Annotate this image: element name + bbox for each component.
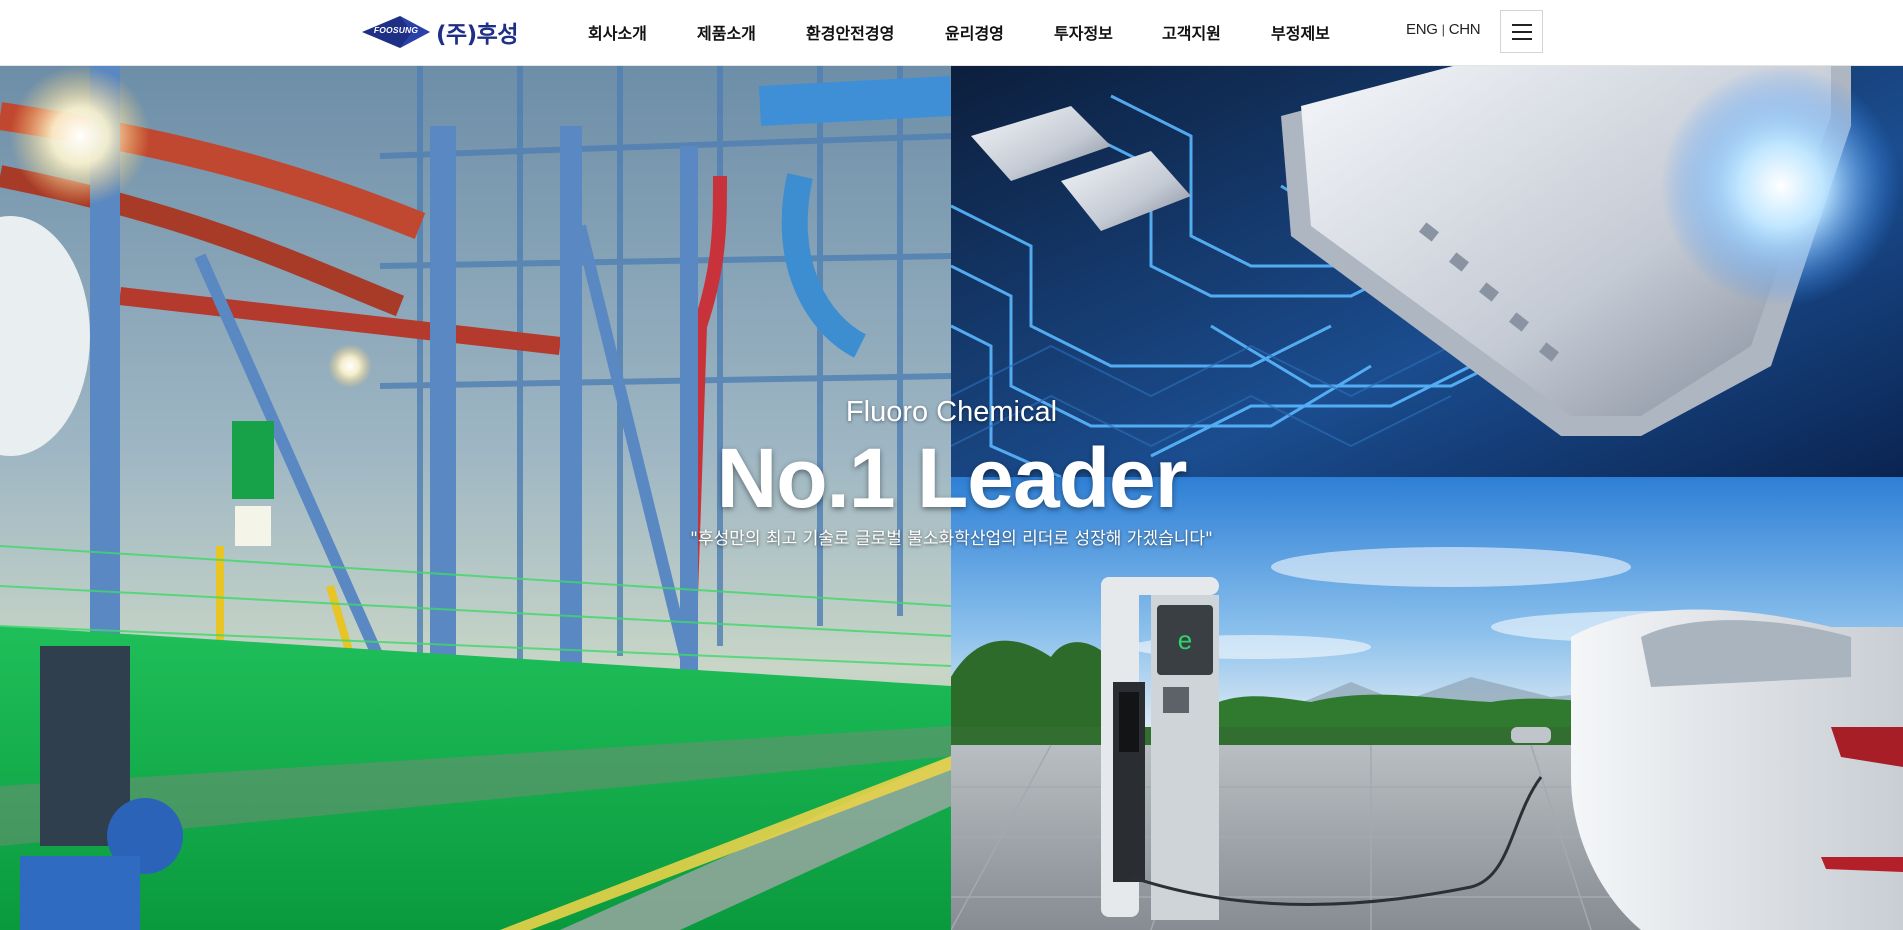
hamburger-icon (1512, 24, 1532, 26)
nav-item-environment-safety[interactable]: 환경안전경영 (806, 20, 894, 44)
lang-separator: | (1441, 22, 1445, 37)
lang-chn-link[interactable]: CHN (1449, 21, 1481, 38)
site-header: FOOSUNG (주)후성 회사소개 제품소개 환경안전경영 윤리경영 투자정보… (0, 0, 1903, 66)
hero-quote: "후성만의 최고 기술로 글로벌 불소화학산업의 리더로 성장해 가겠습니다" (690, 529, 1213, 549)
nav-item-investor[interactable]: 투자정보 (1054, 20, 1113, 44)
foosung-logo-mark: FOOSUNG (360, 12, 432, 52)
logo-link[interactable]: FOOSUNG (주)후성 (360, 12, 519, 52)
page: FOOSUNG (주)후성 회사소개 제품소개 환경안전경영 윤리경영 투자정보… (0, 0, 1903, 930)
hamburger-icon-bar (1512, 31, 1532, 33)
nav-item-ethics[interactable]: 윤리경영 (945, 20, 1004, 44)
hero-section: e Fluoro Chemical No.1 Leader "후성만의 최고 기… (0, 66, 1903, 930)
hero-subtitle: Fluoro Chemical (845, 396, 1058, 428)
hero-title: No.1 Leader (716, 431, 1188, 525)
lang-eng-link[interactable]: ENG (1406, 21, 1438, 38)
menu-button[interactable] (1500, 10, 1543, 53)
nav-item-report[interactable]: 부정제보 (1271, 20, 1330, 44)
nav-item-support[interactable]: 고객지원 (1162, 20, 1221, 44)
svg-text:e: e (1178, 625, 1192, 655)
nav-item-products[interactable]: 제품소개 (697, 20, 756, 44)
nav-item-company[interactable]: 회사소개 (588, 20, 647, 44)
hamburger-icon-bar (1512, 38, 1532, 40)
logo-mark-text: FOOSUNG (373, 25, 419, 35)
company-name: (주)후성 (436, 22, 519, 48)
language-switch: ENG | CHN (1406, 21, 1481, 38)
